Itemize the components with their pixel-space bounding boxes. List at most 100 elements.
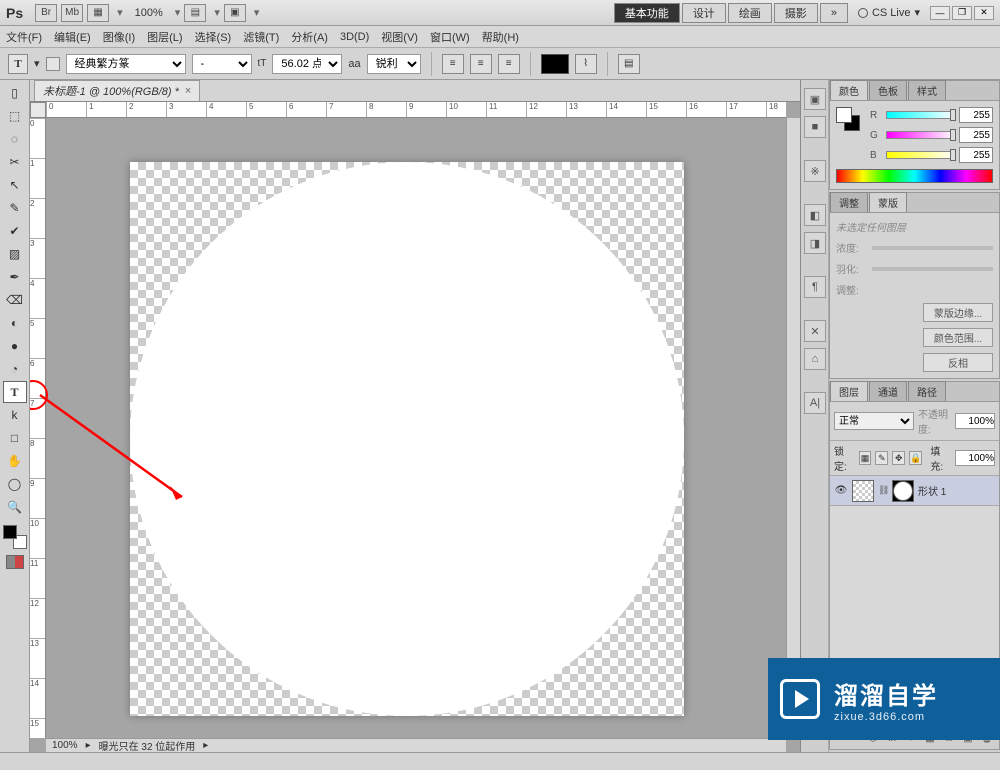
ruler-origin[interactable] (30, 102, 46, 118)
dock-btn-8[interactable]: ⌂ (804, 348, 826, 370)
blur-tool[interactable]: ● (3, 335, 27, 357)
gradient-tool[interactable]: ◐ (3, 312, 27, 334)
align-left-icon[interactable]: ≡ (442, 54, 464, 74)
screenmode-btn[interactable]: ▣ (224, 4, 246, 22)
maximize-btn[interactable]: ❐ (952, 6, 972, 20)
paragraph-panel-icon[interactable]: ▤ (618, 54, 640, 74)
quickmask-toggle[interactable] (6, 555, 24, 569)
link-icon[interactable]: ⛓ (878, 485, 888, 496)
blend-mode-select[interactable]: 正常 (834, 412, 914, 430)
cslive-btn[interactable]: CS Live▾ (858, 6, 920, 19)
chevron-right-icon[interactable]: ▸ (203, 740, 208, 751)
dock-btn-6[interactable]: ¶ (804, 276, 826, 298)
crop-tool[interactable]: ✂ (3, 151, 27, 173)
b-slider[interactable] (886, 151, 955, 159)
layer-thumb[interactable] (852, 480, 874, 502)
dock-btn-5[interactable]: ◨ (804, 232, 826, 254)
workspace-essentials[interactable]: 基本功能 (614, 3, 680, 23)
dock-btn-3[interactable]: ※ (804, 160, 826, 182)
color-picker[interactable] (3, 525, 27, 549)
mask-thumb[interactable] (892, 480, 914, 502)
chevron-down-icon[interactable]: ▾ (214, 6, 220, 19)
chevron-down-icon[interactable]: ▾ (34, 57, 40, 70)
type-tool[interactable]: T (3, 381, 27, 403)
menu-help[interactable]: 帮助(H) (482, 29, 519, 45)
bridge-btn[interactable]: Br (35, 4, 57, 22)
stamp-tool[interactable]: ▨ (3, 243, 27, 265)
font-family-select[interactable]: 经典繁方篆 (66, 54, 186, 74)
tab-layers[interactable]: 图层 (830, 381, 868, 401)
color-swatches[interactable] (836, 107, 864, 131)
chevron-down-icon[interactable]: ▾ (254, 6, 260, 19)
g-slider[interactable] (886, 131, 955, 139)
dock-btn-1[interactable]: ▣ (804, 88, 826, 110)
warp-text-icon[interactable]: ⌇ (575, 54, 597, 74)
menu-3d[interactable]: 3D(D) (340, 31, 369, 43)
scrollbar-vertical[interactable] (786, 118, 800, 738)
ruler-horizontal[interactable]: 0123456789101112131415161718 (46, 102, 786, 118)
text-color-swatch[interactable] (541, 54, 569, 74)
viewopts-btn[interactable]: ▦ (87, 4, 109, 22)
workspace-photography[interactable]: 摄影 (774, 3, 818, 23)
r-input[interactable] (959, 107, 993, 123)
shape-tool[interactable]: □ (3, 427, 27, 449)
brush-tool[interactable]: ✔ (3, 220, 27, 242)
menu-select[interactable]: 选择(S) (195, 29, 232, 45)
font-style-select[interactable]: - (192, 54, 252, 74)
fill-input[interactable] (955, 450, 995, 466)
menu-edit[interactable]: 编辑(E) (54, 29, 91, 45)
lasso-tool[interactable]: ◌ (3, 128, 27, 150)
type-tool-icon[interactable]: T (8, 54, 28, 74)
lock-position-icon[interactable]: ✥ (892, 451, 905, 465)
lock-pixels-icon[interactable]: ✎ (875, 451, 888, 465)
minimize-btn[interactable]: — (930, 6, 950, 20)
minibridge-btn[interactable]: Mb (61, 4, 83, 22)
align-center-icon[interactable]: ≡ (470, 54, 492, 74)
canvas[interactable] (130, 162, 684, 716)
chevron-down-icon[interactable]: ▾ (175, 6, 181, 19)
workspace-design[interactable]: 设计 (682, 3, 726, 23)
layer-name[interactable]: 形状 1 (918, 483, 995, 498)
close-tab-icon[interactable]: × (185, 85, 191, 97)
fg-swatch[interactable] (836, 107, 852, 123)
color-range-btn[interactable]: 颜色范围... (923, 328, 993, 347)
path-tool[interactable]: k (3, 404, 27, 426)
tab-masks[interactable]: 蒙版 (869, 192, 907, 212)
tab-styles[interactable]: 样式 (908, 80, 946, 100)
g-input[interactable] (959, 127, 993, 143)
ruler-vertical[interactable]: 01234567891011121314151617 (30, 118, 46, 738)
status-zoom[interactable]: 100% (52, 740, 78, 751)
dock-btn-7[interactable]: ✕ (804, 320, 826, 342)
b-input[interactable] (959, 147, 993, 163)
scrollbar-horizontal[interactable]: 100% ▸ 曝光只在 32 位起作用 ▸ (46, 738, 786, 752)
opacity-input[interactable] (955, 413, 995, 429)
align-right-icon[interactable]: ≡ (498, 54, 520, 74)
history-brush-tool[interactable]: ✒ (3, 266, 27, 288)
rotate-tool[interactable]: ◯ (3, 473, 27, 495)
chevron-down-icon[interactable]: ▾ (117, 6, 123, 19)
visibility-icon[interactable]: 👁 (834, 484, 848, 498)
tab-paths[interactable]: 路径 (908, 381, 946, 401)
dock-btn-4[interactable]: ◧ (804, 204, 826, 226)
color-spectrum[interactable] (836, 169, 993, 183)
hand-tool[interactable]: ✋ (3, 450, 27, 472)
font-size-select[interactable]: 56.02 点 (272, 54, 342, 74)
move-tool[interactable]: ▯ (3, 82, 27, 104)
r-slider[interactable] (886, 111, 955, 119)
zoom-tool[interactable]: 🔍 (3, 496, 27, 518)
menu-file[interactable]: 文件(F) (6, 29, 42, 45)
tab-color[interactable]: 颜色 (830, 80, 868, 100)
dock-btn-9[interactable]: A| (804, 392, 826, 414)
fg-color-swatch[interactable] (3, 525, 17, 539)
healing-tool[interactable]: ✎ (3, 197, 27, 219)
menu-image[interactable]: 图像(I) (103, 29, 135, 45)
lock-transparency-icon[interactable]: ▦ (859, 451, 872, 465)
layer-row[interactable]: 👁 ⛓ 形状 1 (830, 476, 999, 506)
arrange-btn[interactable]: ▤ (184, 4, 206, 22)
tab-adjustments[interactable]: 调整 (830, 192, 868, 212)
orientation-toggle[interactable] (46, 57, 60, 71)
marquee-tool[interactable]: ⬚ (3, 105, 27, 127)
dock-btn-2[interactable]: ■ (804, 116, 826, 138)
dodge-tool[interactable]: ◔ (3, 358, 27, 380)
menu-analysis[interactable]: 分析(A) (291, 29, 328, 45)
